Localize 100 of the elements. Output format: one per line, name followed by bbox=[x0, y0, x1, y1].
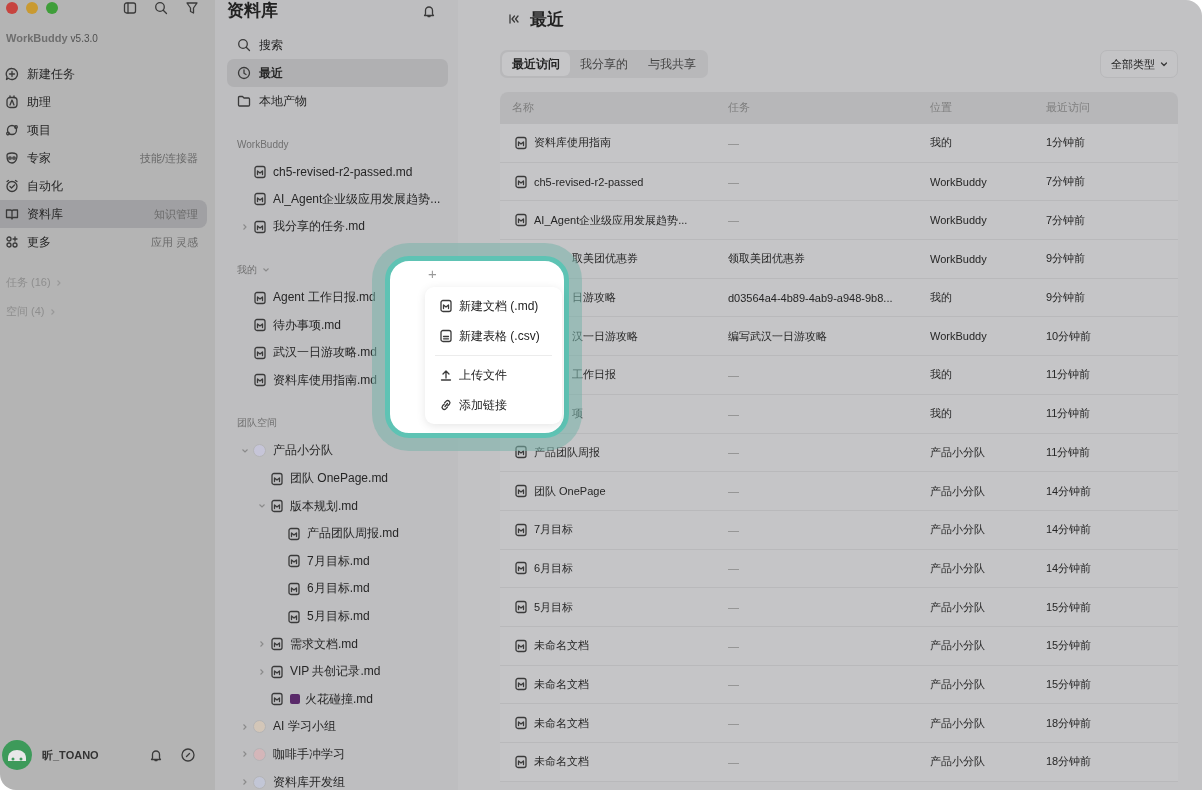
file-item[interactable]: 火花碰撞.md bbox=[305, 690, 373, 708]
team-space-item[interactable]: 资料库开发组 bbox=[273, 773, 345, 790]
file-name[interactable]: 团队 OnePage bbox=[534, 483, 606, 499]
file-name[interactable]: 6月目标 bbox=[534, 560, 574, 576]
file-name[interactable]: 未命名文档 bbox=[534, 638, 589, 654]
task-cell: — bbox=[728, 717, 739, 730]
folder-icon bbox=[237, 94, 251, 108]
panel-nav-item[interactable]: 最近 bbox=[227, 59, 448, 87]
bell-icon bbox=[422, 4, 436, 18]
time-cell: 9分钟前 bbox=[1046, 251, 1086, 267]
file-name[interactable]: 未命名文档 bbox=[534, 754, 589, 770]
window-zoom-button[interactable] bbox=[46, 2, 58, 14]
type-filter[interactable]: 全部类型 bbox=[1100, 50, 1178, 78]
panel-nav-item[interactable]: 本地产物 bbox=[227, 87, 448, 115]
task-cell: — bbox=[728, 562, 739, 575]
location-cell: 产品小分队 bbox=[930, 560, 985, 576]
time-cell: 11分钟前 bbox=[1046, 406, 1091, 422]
file-icon bbox=[514, 445, 528, 460]
menu-item[interactable]: 新建文档 (.md) bbox=[425, 291, 562, 321]
file-item[interactable]: VIP 共创记录.md bbox=[290, 663, 381, 681]
nodes-icon bbox=[5, 123, 19, 137]
sheet-file-icon bbox=[439, 329, 453, 343]
tab[interactable]: 最近访问 bbox=[502, 52, 570, 76]
sidebar-item[interactable]: 更多 应用 灵感 bbox=[0, 228, 207, 256]
file-item[interactable]: 我分享的任务.md bbox=[273, 218, 365, 236]
sidebar-item[interactable]: 自动化 bbox=[0, 172, 207, 200]
file-icon bbox=[253, 373, 267, 388]
tab[interactable]: 我分享的 bbox=[570, 52, 638, 76]
file-name[interactable]: 汉一日游攻略 bbox=[572, 328, 638, 344]
tab[interactable]: 与我共享 bbox=[638, 52, 706, 76]
file-item[interactable]: 版本规划.md bbox=[290, 497, 358, 515]
file-item[interactable]: 5月目标.md bbox=[307, 608, 370, 625]
file-item[interactable]: 待办事项.md bbox=[273, 316, 341, 334]
sidebar-item[interactable]: 专家 技能/连接器 bbox=[0, 144, 207, 172]
location-cell: 产品小分队 bbox=[930, 638, 985, 654]
window-close-button[interactable] bbox=[6, 2, 18, 14]
task-cell: — bbox=[728, 446, 739, 459]
sidebar-item[interactable]: 新建任务 bbox=[0, 60, 207, 88]
panel-nav-item[interactable]: 搜索 bbox=[227, 31, 448, 59]
menu-item[interactable]: 添加链接 bbox=[425, 390, 562, 420]
task-cell: — bbox=[728, 523, 739, 536]
file-item[interactable]: ch5-revised-r2-passed.md bbox=[273, 164, 413, 179]
location-cell: WorkBuddy bbox=[930, 175, 987, 188]
team-space-item[interactable]: 产品小分队 bbox=[273, 442, 333, 460]
window-minimize-button[interactable] bbox=[26, 2, 38, 14]
chevron-down-icon bbox=[1160, 60, 1168, 68]
sidebar-item[interactable]: 项目 bbox=[0, 116, 207, 144]
file-name[interactable]: 未命名文档 bbox=[534, 715, 589, 731]
team-space-item[interactable]: AI 学习小组 bbox=[273, 718, 336, 736]
file-item[interactable]: 资料库使用指南.md bbox=[273, 371, 377, 389]
avatar bbox=[2, 740, 32, 770]
section-label: 我的 bbox=[237, 262, 257, 277]
location-cell: 我的 bbox=[930, 406, 952, 422]
collapse-icon bbox=[508, 13, 520, 25]
file-name[interactable]: 工作日报 bbox=[572, 367, 616, 383]
file-name[interactable]: 资料库使用指南 bbox=[534, 135, 611, 151]
task-cell: — bbox=[728, 136, 739, 149]
search-icon bbox=[154, 1, 168, 15]
file-name[interactable]: ch5-revised-r2-passed bbox=[534, 175, 644, 188]
file-icon bbox=[514, 677, 528, 692]
file-name[interactable]: 产品团队周报 bbox=[534, 444, 600, 460]
sidebar-item[interactable]: 助理 bbox=[0, 88, 207, 116]
file-icon bbox=[253, 318, 267, 333]
location-cell: 产品小分队 bbox=[930, 599, 985, 615]
app-name: WorkBuddy bbox=[6, 32, 68, 44]
file-name[interactable]: 未命名文档 bbox=[534, 676, 589, 692]
task-cell: — bbox=[728, 214, 739, 227]
menu-item[interactable]: 上传文件 bbox=[425, 360, 562, 390]
file-name[interactable]: 7月目标 bbox=[534, 522, 574, 538]
location-cell: 产品小分队 bbox=[930, 444, 985, 460]
time-cell: 15分钟前 bbox=[1046, 638, 1092, 654]
task-cell: — bbox=[728, 485, 739, 498]
file-icon bbox=[287, 609, 301, 624]
file-name[interactable]: AI_Agent企业级应用发展趋势... bbox=[534, 212, 688, 228]
team-space-item[interactable]: 咖啡手冲学习 bbox=[273, 746, 345, 763]
page-title: 最近 bbox=[530, 8, 564, 31]
file-item[interactable]: 7月目标.md bbox=[307, 552, 370, 570]
file-icon bbox=[270, 499, 284, 514]
file-icon bbox=[514, 522, 528, 537]
file-item[interactable]: 产品团队周报.md bbox=[307, 525, 399, 543]
file-item[interactable]: 武汉一日游攻略.md bbox=[273, 344, 377, 362]
file-icon bbox=[514, 638, 528, 653]
file-icon bbox=[287, 526, 301, 541]
file-item[interactable]: 团队 OnePage.md bbox=[290, 470, 389, 488]
file-item[interactable]: Agent 工作日报.md bbox=[273, 289, 376, 307]
file-icon bbox=[514, 561, 528, 576]
robot-icon bbox=[5, 95, 19, 109]
menu-item[interactable]: 新建表格 (.csv) bbox=[425, 321, 562, 351]
panel-title: 资料库 bbox=[227, 1, 278, 21]
file-name[interactable]: 5月目标 bbox=[534, 599, 574, 615]
file-item[interactable]: 6月目标.md bbox=[307, 580, 370, 598]
file-item[interactable]: AI_Agent企业级应用发展趋势... bbox=[273, 190, 441, 208]
task-cell: d03564a4-4b89-4ab9-a948-9b8... bbox=[728, 291, 893, 304]
file-name[interactable]: 日游攻略 bbox=[572, 290, 616, 306]
location-cell: 产品小分队 bbox=[930, 483, 985, 499]
file-name[interactable]: 取美团优惠券 bbox=[572, 251, 638, 267]
task-cell: — bbox=[728, 175, 739, 188]
file-item[interactable]: 需求文档.md bbox=[290, 635, 358, 653]
file-icon bbox=[287, 554, 301, 569]
task-cell: — bbox=[728, 678, 739, 691]
